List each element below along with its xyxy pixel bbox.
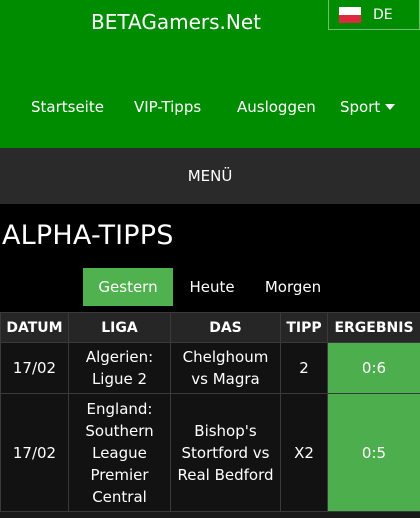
league-line: Central (92, 487, 147, 506)
tips-table: DATUM LIGA DAS TIPP ERGEBNIS 17/02 Alger… (0, 312, 420, 512)
column-header-das: DAS (170, 312, 281, 343)
match-line: Stortford vs (181, 443, 270, 462)
page-title: ALPHA-TIPPS (2, 220, 174, 251)
site-header: BETAGamers.Net DE Startseite VIP-Tipps A… (0, 0, 420, 148)
nav-vip-tipps[interactable]: VIP-Tipps (134, 98, 201, 116)
footer-divider (0, 512, 420, 518)
table-row: 17/02 Algerien: Ligue 2 Chelghoum vs Mag… (0, 342, 420, 394)
match-line: Real Bedford (177, 465, 274, 484)
league-line: Algerien: (85, 348, 154, 366)
cell-date: 17/02 (0, 393, 69, 512)
match-line: vs Magra (191, 370, 260, 388)
nav-sport-label: Sport (340, 98, 381, 116)
table-row: 17/02 England: Southern League Premier C… (0, 393, 420, 512)
tab-morgen[interactable]: Morgen (256, 268, 330, 306)
cell-result: 0:5 (327, 393, 420, 512)
tab-heute[interactable]: Heute (180, 268, 244, 306)
cell-tip: 2 (280, 342, 328, 394)
column-header-tipp: TIPP (280, 312, 328, 343)
menu-toggle[interactable]: MENÜ (0, 148, 420, 204)
match-line: Chelghoum (182, 348, 269, 366)
league-line: Ligue 2 (91, 370, 148, 388)
caret-down-icon (385, 104, 396, 110)
league-line: Premier (90, 465, 149, 484)
nav-startseite[interactable]: Startseite (31, 98, 104, 116)
cell-league: England: Southern League Premier Central (68, 393, 171, 512)
menu-label: MENÜ (187, 167, 233, 185)
cell-tip: X2 (280, 393, 328, 512)
table-header-row: DATUM LIGA DAS TIPP ERGEBNIS (0, 312, 420, 343)
language-selector[interactable]: DE (328, 0, 420, 30)
column-header-ergebnis: ERGEBNIS (327, 312, 420, 343)
nav-sport-dropdown[interactable]: Sport (340, 98, 396, 116)
language-label: DE (373, 6, 393, 23)
cell-result: 0:6 (327, 342, 420, 394)
flag-germany-icon (339, 6, 361, 23)
league-line: Southern (85, 421, 154, 440)
cell-date: 17/02 (0, 342, 69, 394)
league-line: League (92, 443, 147, 462)
nav-ausloggen[interactable]: Ausloggen (237, 98, 316, 116)
cell-league: Algerien: Ligue 2 (68, 342, 171, 394)
cell-match: Chelghoum vs Magra (170, 342, 281, 394)
column-header-liga: LIGA (68, 312, 171, 343)
tab-gestern[interactable]: Gestern (83, 268, 173, 306)
league-line: England: (86, 399, 153, 418)
site-brand[interactable]: BETAGamers.Net (91, 10, 261, 34)
column-header-datum: DATUM (0, 312, 69, 343)
cell-match: Bishop's Stortford vs Real Bedford (170, 393, 281, 512)
match-line: Bishop's (194, 421, 257, 440)
